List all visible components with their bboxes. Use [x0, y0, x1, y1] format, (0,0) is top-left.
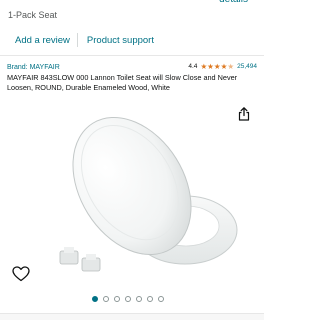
product-support-link[interactable]: Product support — [87, 35, 154, 46]
product-image[interactable] — [40, 108, 240, 280]
carousel-dot[interactable] — [114, 296, 120, 302]
carousel-dot[interactable] — [125, 296, 131, 302]
star-rating: ★ ★ ★ ★ ★ — [200, 63, 234, 71]
carousel-dot[interactable] — [103, 296, 109, 302]
star-icon: ★ — [207, 62, 214, 71]
carousel-dot[interactable] — [92, 296, 98, 302]
carousel-dot[interactable] — [136, 296, 142, 302]
rating-value: 4.4 — [188, 63, 198, 71]
star-icon: ★ — [220, 62, 228, 71]
product-title: MAYFAIR 843SLOW 000 Lannon Toilet Seat w… — [7, 73, 238, 92]
carousel-dot[interactable] — [147, 296, 153, 302]
star-icon: ★ — [200, 62, 208, 71]
heart-icon[interactable] — [12, 266, 30, 282]
pack-label: 1-Pack Seat — [8, 10, 58, 20]
image-carousel-indicator — [92, 296, 164, 302]
review-count[interactable]: 25,494 — [237, 63, 257, 70]
rating-summary[interactable]: 4.4 ★ ★ ★ ★ ★ 25,494 — [188, 63, 257, 71]
section-divider — [0, 55, 264, 56]
carousel-dot[interactable] — [158, 296, 164, 302]
star-icon: ★ — [227, 62, 235, 71]
action-bar: Add a review Product support — [0, 27, 264, 53]
action-divider — [76, 33, 78, 47]
add-review-link[interactable]: Add a review — [15, 35, 70, 46]
details-link[interactable]: details — [219, 0, 248, 5]
brand-link[interactable]: Brand: MAYFAIR — [7, 64, 60, 71]
star-icon: ★ — [213, 62, 221, 71]
bottom-bar — [0, 313, 264, 320]
